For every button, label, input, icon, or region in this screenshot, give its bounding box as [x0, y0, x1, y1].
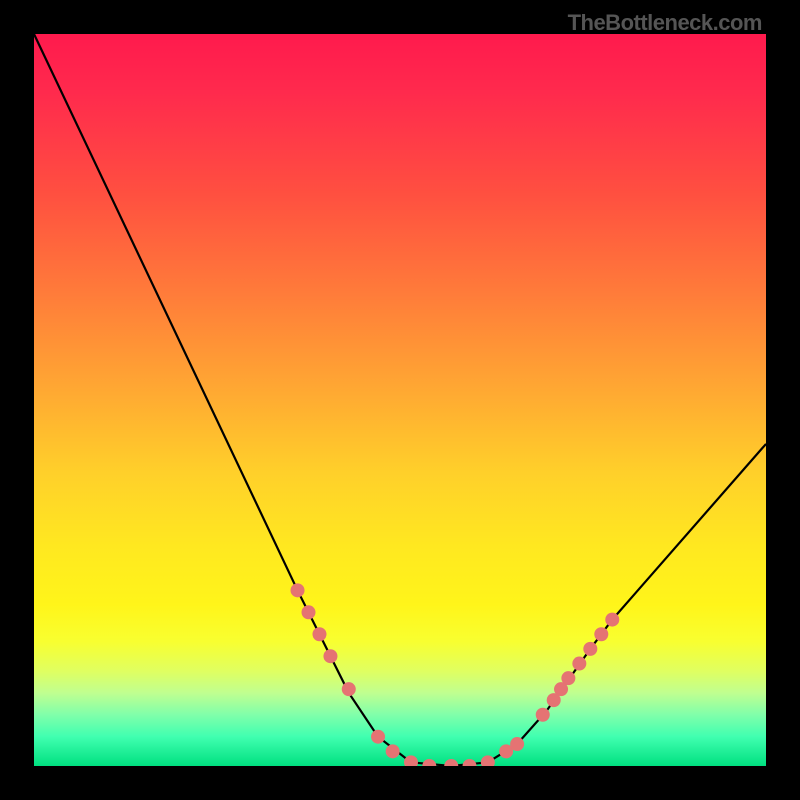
- data-marker: [444, 759, 458, 766]
- chart-container: TheBottleneck.com: [0, 0, 800, 800]
- watermark-text: TheBottleneck.com: [568, 10, 762, 36]
- data-marker: [371, 730, 385, 744]
- data-marker: [510, 737, 524, 751]
- chart-svg: [34, 34, 766, 766]
- plot-area: [34, 34, 766, 766]
- data-marker: [605, 613, 619, 627]
- curve-line: [34, 34, 766, 766]
- data-marker: [291, 583, 305, 597]
- data-marker: [594, 627, 608, 641]
- data-marker: [302, 605, 316, 619]
- data-marker: [572, 657, 586, 671]
- data-marker: [323, 649, 337, 663]
- data-marker: [404, 755, 418, 766]
- data-marker: [536, 708, 550, 722]
- data-marker: [386, 744, 400, 758]
- data-marker: [312, 627, 326, 641]
- data-marker: [561, 671, 575, 685]
- data-marker: [342, 682, 356, 696]
- data-marker: [422, 759, 436, 766]
- data-marker: [463, 759, 477, 766]
- data-marker: [583, 642, 597, 656]
- data-marker: [481, 755, 495, 766]
